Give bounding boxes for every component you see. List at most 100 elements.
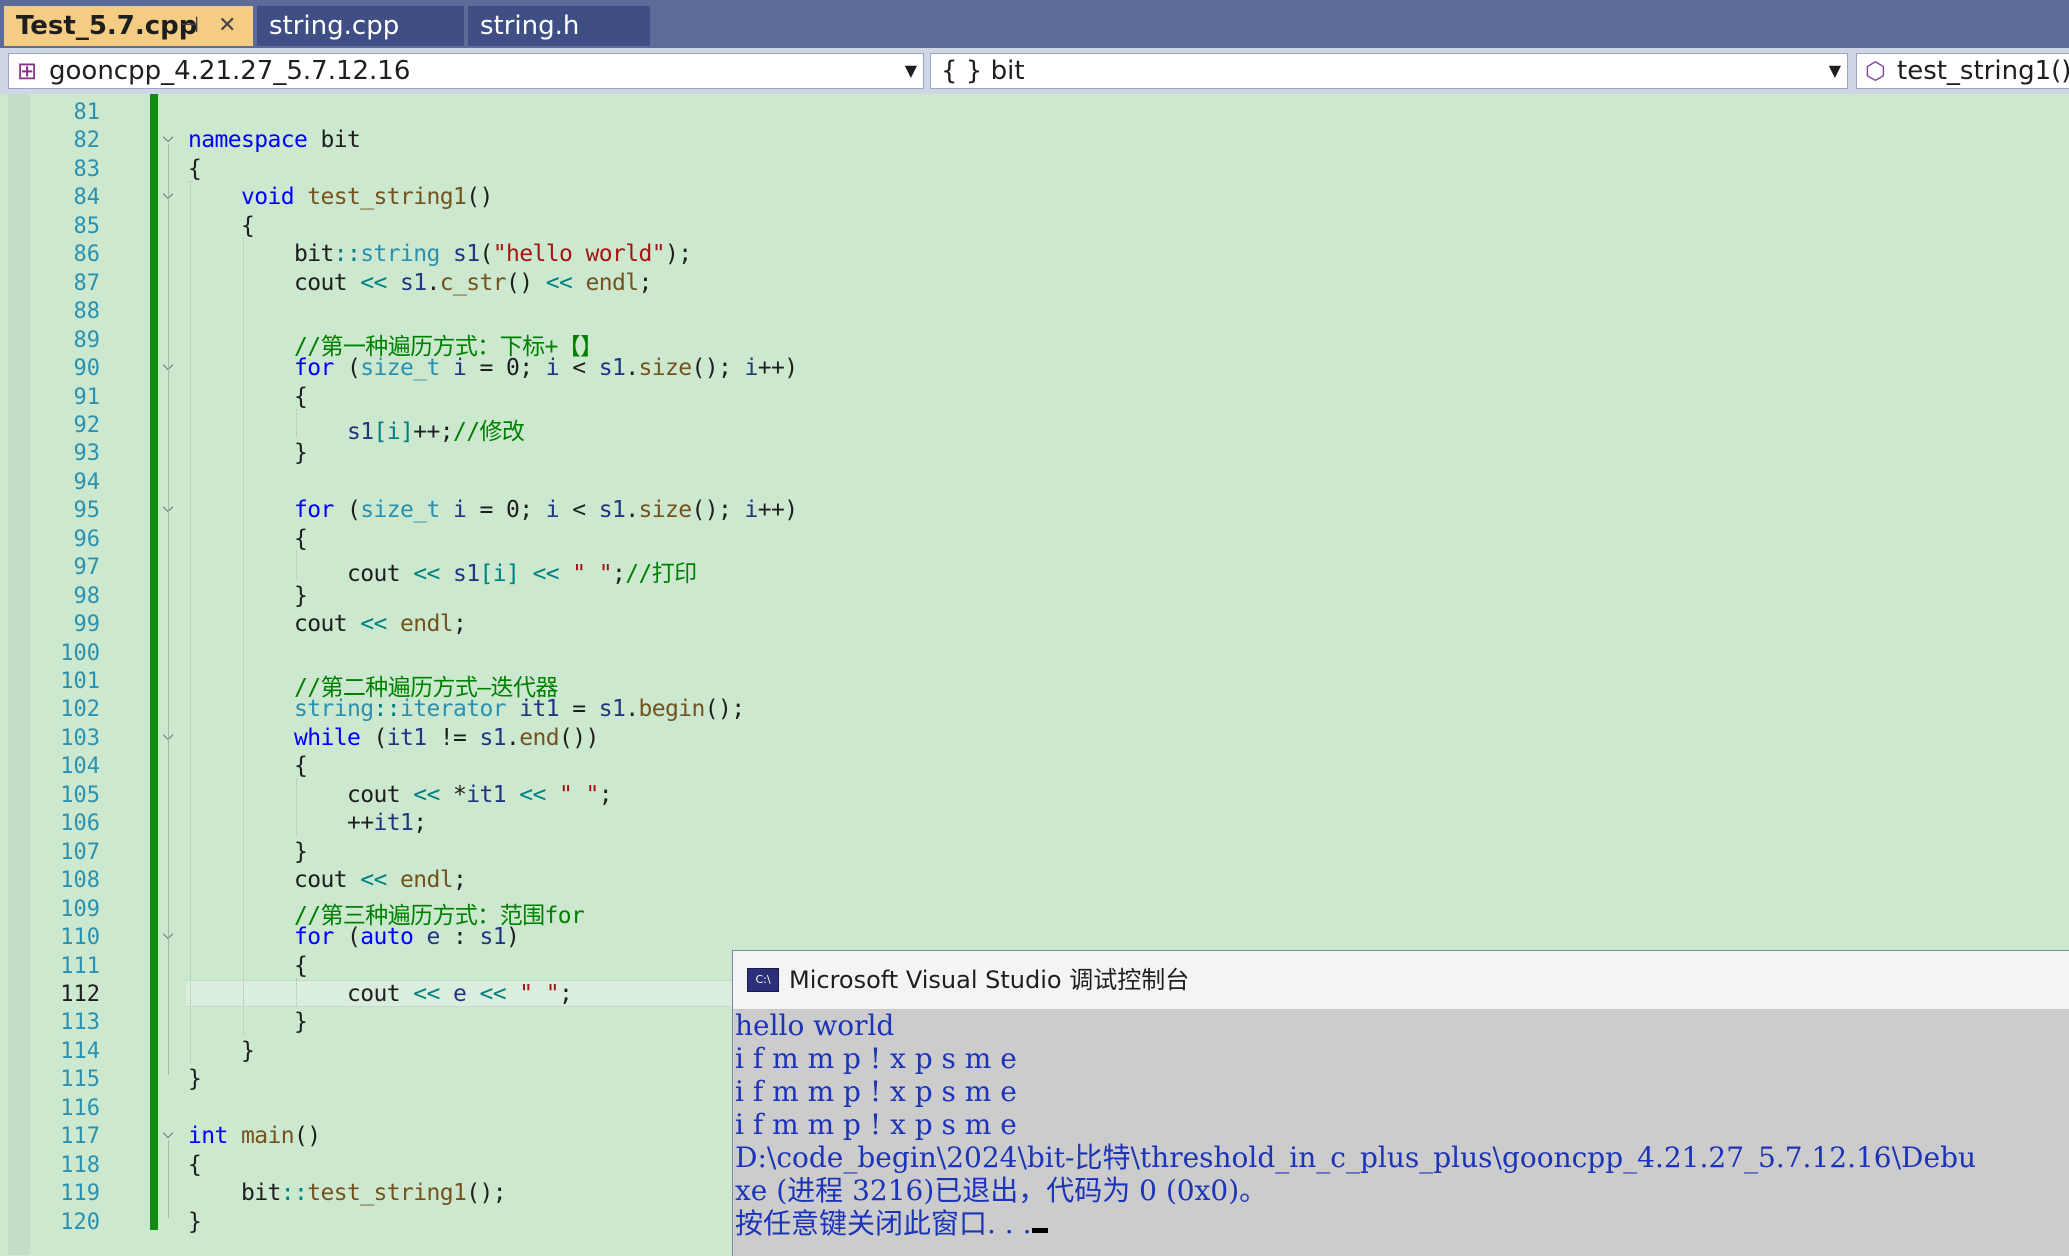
code-token: end bbox=[519, 724, 559, 751]
code-line[interactable]: bit::test_string1(); bbox=[241, 1180, 507, 1206]
line-number: 109 bbox=[60, 896, 100, 922]
code-token: void bbox=[241, 184, 295, 211]
close-icon[interactable]: ✕ bbox=[218, 6, 236, 46]
code-token: s1 bbox=[598, 696, 626, 723]
code-token: [i] bbox=[479, 561, 520, 588]
code-token: = bbox=[558, 696, 599, 723]
code-token: size bbox=[638, 497, 692, 524]
code-line[interactable]: } bbox=[188, 1209, 202, 1235]
line-number: 98 bbox=[73, 583, 101, 609]
code-line[interactable]: string::iterator it1 = s1.begin(); bbox=[294, 696, 745, 723]
member-dropdown[interactable]: ⬡ test_string1() bbox=[1856, 53, 2069, 89]
line-number: 97 bbox=[73, 555, 101, 581]
line-number: 100 bbox=[60, 640, 100, 666]
code-line[interactable]: } bbox=[294, 583, 308, 609]
code-token: ; bbox=[612, 561, 626, 588]
code-line[interactable]: for (auto e : s1) bbox=[294, 924, 520, 951]
code-token: (); bbox=[691, 497, 745, 524]
code-line[interactable]: cout << e << " "; bbox=[347, 981, 573, 1007]
code-token: auto bbox=[360, 924, 414, 951]
line-number: 81 bbox=[73, 100, 101, 125]
line-number: 92 bbox=[73, 412, 101, 438]
code-token: s1 bbox=[453, 561, 480, 588]
indent-guide bbox=[296, 977, 297, 1007]
outline-bracket bbox=[168, 741, 169, 848]
code-line[interactable]: cout << endl; bbox=[294, 867, 467, 893]
code-line[interactable]: } bbox=[294, 838, 308, 865]
code-token: main bbox=[241, 1123, 295, 1150]
code-line[interactable]: } bbox=[294, 440, 308, 466]
code-line[interactable]: { bbox=[294, 753, 308, 779]
code-token: . bbox=[625, 497, 639, 524]
outline-bracket bbox=[168, 1140, 169, 1218]
code-line[interactable]: ++it1; bbox=[347, 810, 427, 836]
code-token: cout bbox=[294, 269, 361, 296]
tab-string-cpp[interactable]: string.cpp bbox=[257, 6, 464, 46]
code-token: } bbox=[294, 838, 308, 865]
code-token: s1 bbox=[347, 418, 374, 445]
tab-string-h[interactable]: string.h bbox=[468, 6, 650, 46]
code-token: i bbox=[452, 497, 467, 524]
line-number: 87 bbox=[73, 270, 101, 296]
code-line[interactable]: { bbox=[294, 526, 308, 552]
code-line[interactable]: for (size_t i = 0; i < s1.size(); i++) bbox=[294, 355, 798, 381]
code-line[interactable]: cout << endl; bbox=[294, 611, 467, 637]
code-line[interactable]: bit::string s1("hello world"); bbox=[294, 241, 692, 267]
code-token: c_str bbox=[439, 269, 507, 296]
code-line[interactable]: { bbox=[188, 1152, 202, 1178]
code-line[interactable]: { bbox=[294, 953, 308, 979]
project-dropdown[interactable]: ⊞ gooncpp_4.21.27_5.7.12.16 ▼ bbox=[8, 53, 924, 89]
code-token: s1 bbox=[598, 497, 626, 524]
scope-dropdown[interactable]: { } bit ▼ bbox=[930, 53, 1848, 89]
code-line[interactable]: { bbox=[188, 155, 202, 182]
line-number: 116 bbox=[60, 1095, 100, 1121]
debug-console-window[interactable]: C:\ Microsoft Visual Studio 调试控制台 hello … bbox=[732, 950, 2069, 1256]
code-line[interactable]: namespace bit bbox=[188, 127, 361, 153]
code-token: endl bbox=[585, 269, 640, 296]
console-prompt-line: 按任意键关闭此窗口. . . bbox=[735, 1207, 1048, 1240]
code-line[interactable]: void test_string1() bbox=[241, 184, 493, 210]
code-line[interactable]: } bbox=[188, 1066, 202, 1092]
code-line[interactable]: for (size_t i = 0; i < s1.size(); i++) bbox=[294, 497, 798, 524]
code-token: << bbox=[360, 269, 387, 296]
code-token: " " bbox=[559, 781, 599, 808]
pin-icon[interactable]: ⊣ bbox=[180, 6, 199, 46]
selection-margin bbox=[8, 94, 30, 1255]
code-token: s1 bbox=[400, 269, 427, 296]
console-prompt-text: 按任意键关闭此窗口. . . bbox=[735, 1207, 1032, 1240]
line-number: 94 bbox=[73, 469, 101, 495]
line-number: 84 bbox=[73, 185, 101, 211]
code-token: << bbox=[532, 561, 560, 588]
code-line[interactable]: { bbox=[241, 213, 255, 239]
code-line[interactable]: s1[i]++;//修改 bbox=[347, 412, 525, 446]
code-line[interactable]: cout << *it1 << " "; bbox=[347, 781, 613, 808]
tab-test-5-7-cpp[interactable]: Test_5.7.cpp ⊣ ✕ bbox=[4, 6, 253, 46]
console-output: hello world i f m m p ! x p s m e i f m … bbox=[733, 1009, 2069, 1256]
line-number: 90 bbox=[73, 356, 101, 382]
code-line[interactable]: int main() bbox=[188, 1123, 321, 1149]
code-line[interactable]: } bbox=[241, 1038, 255, 1064]
code-token: () bbox=[466, 184, 493, 211]
code-line[interactable]: cout << s1.c_str() << endl; bbox=[294, 270, 652, 296]
code-line[interactable]: } bbox=[294, 1009, 308, 1035]
code-line[interactable]: { bbox=[294, 384, 308, 410]
code-token: s1 bbox=[479, 924, 507, 951]
code-line[interactable]: while (it1 != s1.end()) bbox=[294, 725, 599, 751]
code-token: { bbox=[188, 155, 202, 182]
line-number: 111 bbox=[60, 953, 100, 979]
code-token: ++ bbox=[347, 810, 374, 837]
console-title-bar[interactable]: C:\ Microsoft Visual Studio 调试控制台 bbox=[733, 951, 2069, 1010]
code-line[interactable]: cout << s1[i] << " ";//打印 bbox=[347, 554, 697, 588]
tab-label: Test_5.7.cpp bbox=[16, 11, 198, 41]
document-tab-strip: Test_5.7.cpp ⊣ ✕ string.cpp string.h bbox=[0, 0, 2069, 48]
